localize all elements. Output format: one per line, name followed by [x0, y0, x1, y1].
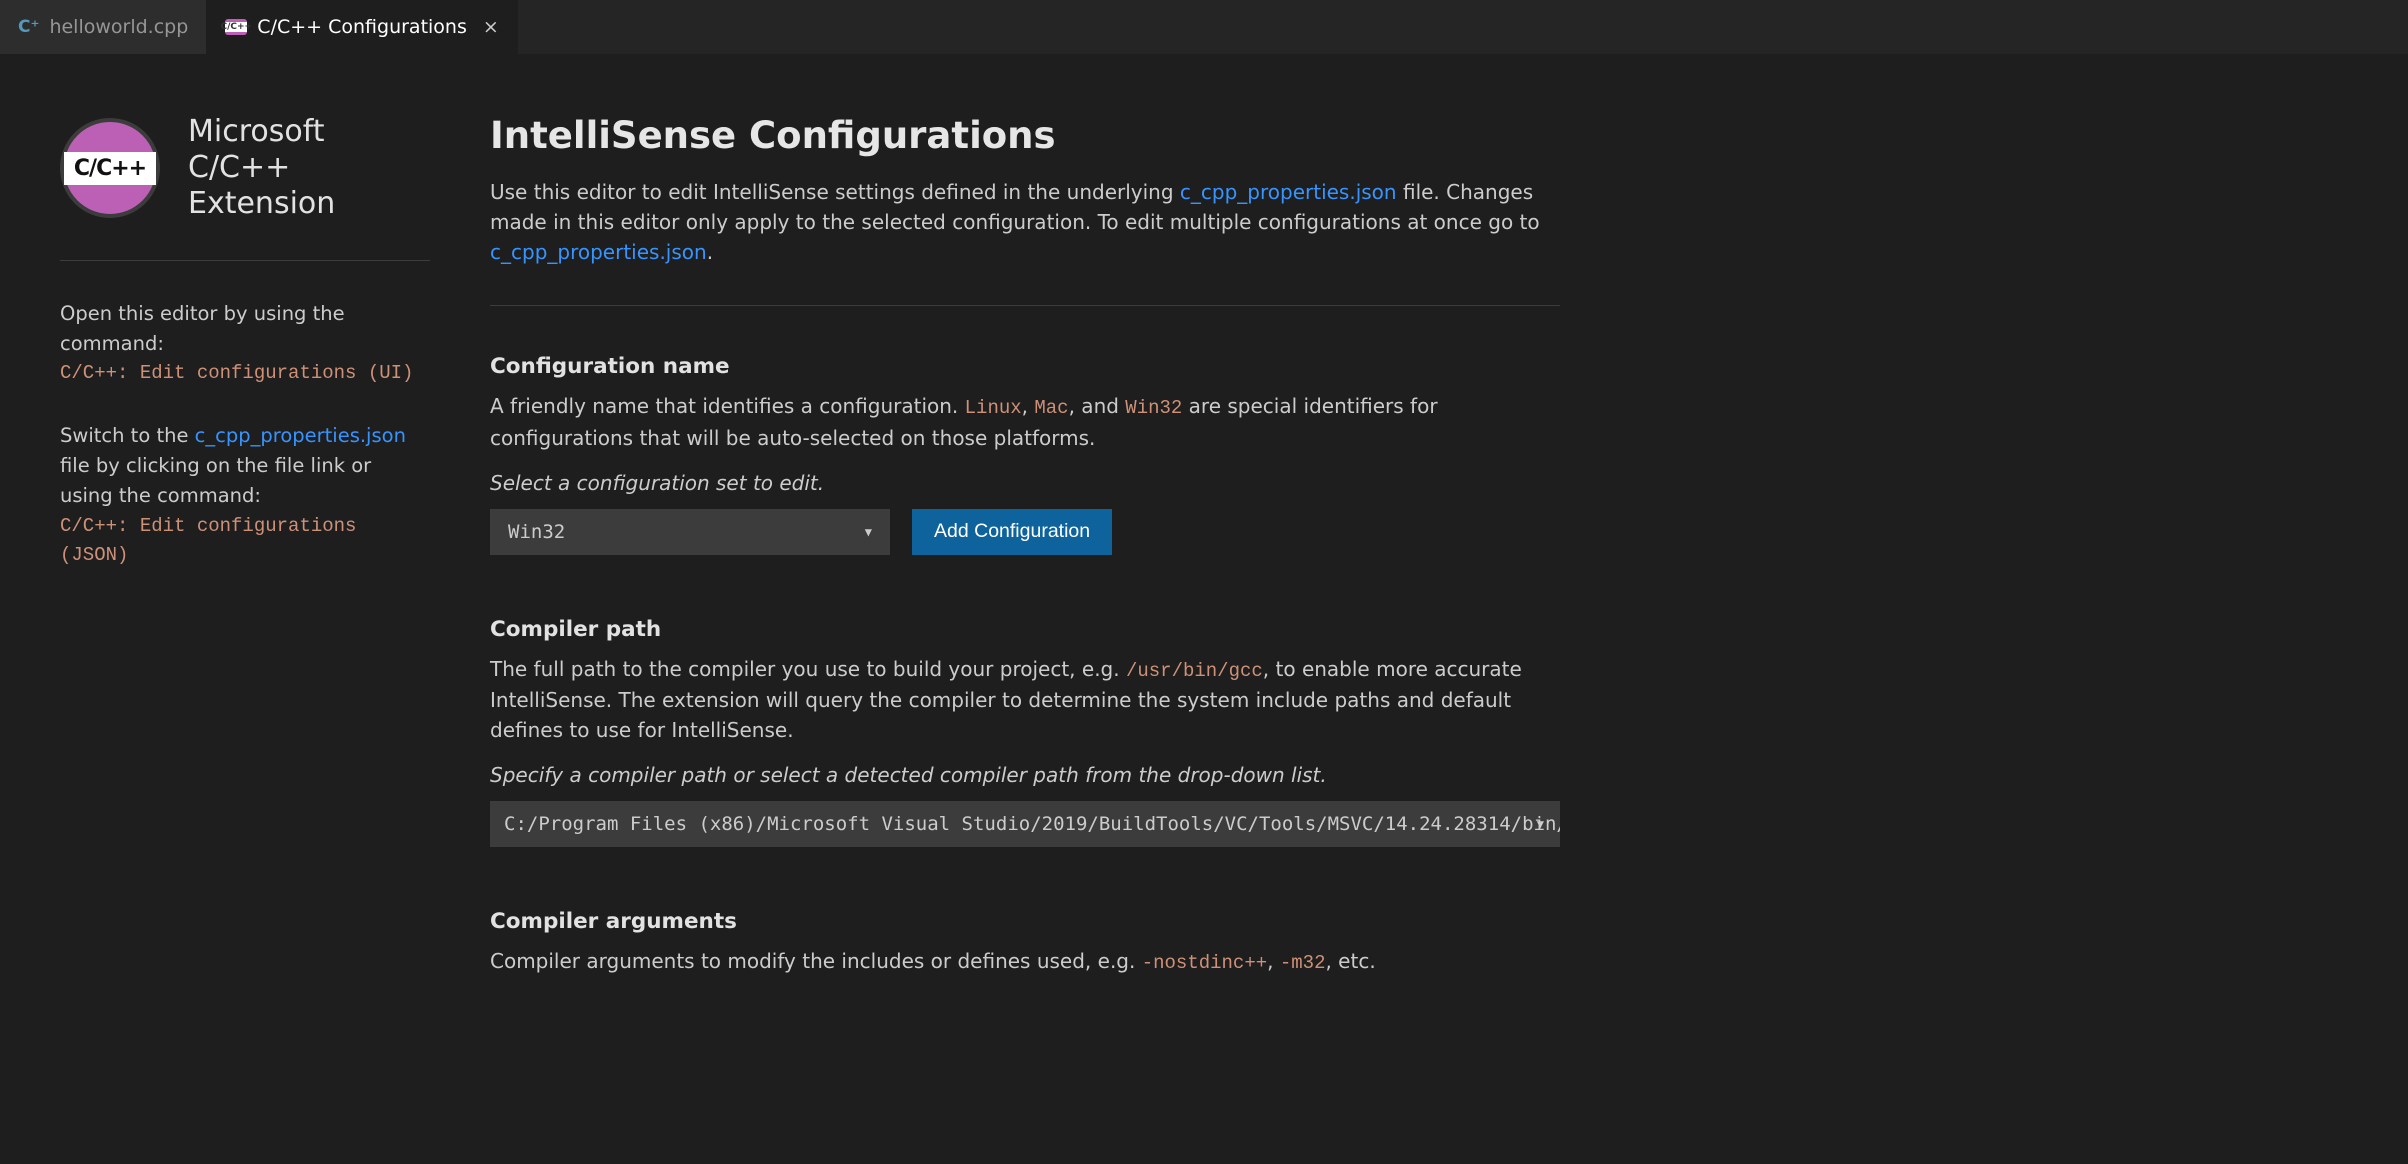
add-configuration-button[interactable]: Add Configuration — [912, 509, 1112, 555]
cpp-file-icon: C⁺ — [18, 17, 39, 37]
extension-header: C/C++ Microsoft C/C++ Extension — [60, 114, 430, 261]
sidebar-open-section: Open this editor by using the command: C… — [60, 261, 430, 389]
cpp-extension-icon: C/C++ — [225, 19, 247, 35]
page-subtitle: Use this editor to edit IntelliSense set… — [490, 177, 1560, 306]
compiler-path-section: Compiler path The full path to the compi… — [490, 617, 1560, 848]
extension-title: Microsoft C/C++ Extension — [188, 114, 430, 222]
section-heading: Compiler arguments — [490, 909, 1560, 934]
properties-json-link[interactable]: c_cpp_properties.json — [1180, 180, 1397, 204]
extension-logo-icon: C/C++ — [60, 118, 160, 218]
extension-logo-text: C/C++ — [64, 152, 156, 185]
sidebar-switch-command: C/C++: Edit configurations (JSON) — [60, 512, 430, 571]
section-heading: Compiler path — [490, 617, 1560, 642]
extension-vendor: Microsoft — [188, 114, 430, 150]
sidebar-switch-intro-b: file by clicking on the file link or usi… — [60, 454, 371, 507]
section-heading: Configuration name — [490, 354, 1560, 379]
compiler-arguments-section: Compiler arguments Compiler arguments to… — [490, 909, 1560, 978]
sidebar-switch-intro-a: Switch to the — [60, 424, 195, 447]
close-icon[interactable]: × — [483, 16, 499, 38]
chevron-down-icon: ▼ — [1537, 817, 1544, 831]
compiler-path-input[interactable]: C:/Program Files (x86)/Microsoft Visual … — [490, 801, 1560, 847]
field-hint: Specify a compiler path or select a dete… — [490, 763, 1560, 787]
tab-label: helloworld.cpp — [49, 16, 188, 38]
section-description: The full path to the compiler you use to… — [490, 654, 1560, 746]
select-value: Win32 — [508, 521, 565, 543]
configuration-name-section: Configuration name A friendly name that … — [490, 354, 1560, 555]
sidebar-open-command: C/C++: Edit configurations (UI) — [60, 359, 430, 388]
tab-helloworld[interactable]: C⁺ helloworld.cpp — [0, 0, 207, 54]
field-hint: Select a configuration set to edit. — [490, 471, 1560, 495]
sidebar: C/C++ Microsoft C/C++ Extension Open thi… — [60, 114, 430, 996]
configuration-select[interactable]: Win32 ▼ — [490, 509, 890, 555]
section-description: A friendly name that identifies a config… — [490, 391, 1560, 453]
sidebar-open-intro: Open this editor by using the command: — [60, 299, 430, 359]
page-title: IntelliSense Configurations — [490, 114, 1560, 157]
sidebar-switch-section: Switch to the c_cpp_properties.json file… — [60, 389, 430, 571]
extension-name: C/C++ Extension — [188, 150, 430, 222]
properties-json-link[interactable]: c_cpp_properties.json — [490, 240, 707, 264]
input-value: C:/Program Files (x86)/Microsoft Visual … — [504, 813, 1560, 835]
tab-configurations[interactable]: C/C++ C/C++ Configurations × — [207, 0, 518, 54]
properties-json-link[interactable]: c_cpp_properties.json — [195, 424, 406, 447]
section-description: Compiler arguments to modify the include… — [490, 946, 1560, 978]
chevron-down-icon: ▼ — [865, 525, 872, 539]
main-panel: IntelliSense Configurations Use this edi… — [490, 114, 1560, 996]
tab-bar: C⁺ helloworld.cpp C/C++ C/C++ Configurat… — [0, 0, 2408, 54]
tab-label: C/C++ Configurations — [257, 16, 467, 38]
